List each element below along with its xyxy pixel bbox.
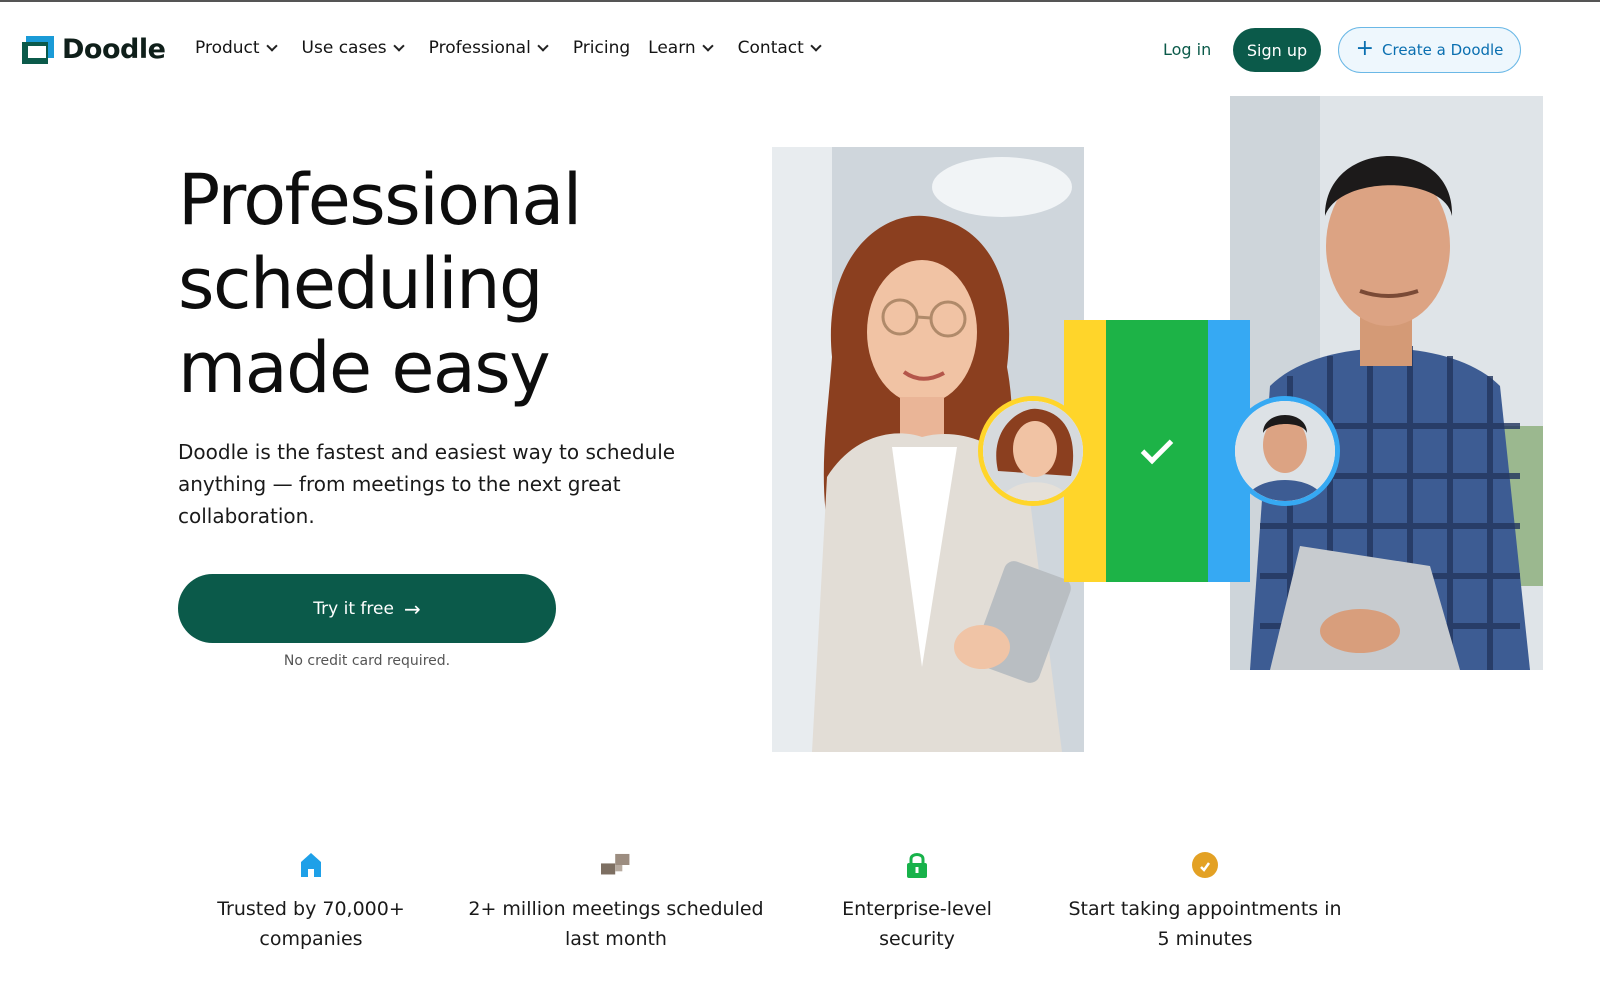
checkmark-icon <box>1140 431 1174 465</box>
page-title: Professional scheduling made easy <box>178 158 738 410</box>
plus-icon: + <box>1355 36 1375 61</box>
doodle-logo-icon <box>22 35 54 64</box>
chevron-down-icon <box>265 39 278 52</box>
nav-professional-label: Professional <box>428 38 531 58</box>
chevron-down-icon <box>392 39 405 52</box>
top-navigation: Doodle Product Use cases Professional Pr… <box>0 2 1600 94</box>
lock-icon <box>902 850 932 880</box>
woman-avatar <box>978 396 1088 506</box>
man-photo <box>1230 96 1543 670</box>
create-doodle-label: Create a Doodle <box>1382 41 1504 59</box>
man-avatar <box>1230 396 1340 506</box>
create-doodle-button[interactable]: + Create a Doodle <box>1338 27 1521 73</box>
feature-meetings-text: 2+ million meetings scheduled last month <box>468 898 764 950</box>
doodle-logo[interactable]: Doodle <box>22 34 166 65</box>
nav-product[interactable]: Product <box>195 38 278 58</box>
title-line: Professional <box>178 159 582 241</box>
house-icon <box>296 850 326 880</box>
features-row: Trusted by 70,000+ companies 2+ million … <box>0 850 1600 980</box>
chevron-down-icon <box>810 39 822 52</box>
feature-security: Enterprise-level security <box>830 850 1004 954</box>
arrow-right-icon: → <box>403 596 421 621</box>
chevron-down-icon <box>537 39 549 52</box>
feature-security-text: Enterprise-level security <box>842 898 992 950</box>
logo-text: Doodle <box>62 34 166 65</box>
signup-button[interactable]: Sign up <box>1233 28 1321 72</box>
chevron-down-icon <box>701 39 714 52</box>
feature-appointments-text: Start taking appointments in 5 minutes <box>1068 898 1342 950</box>
green-bar <box>1106 320 1208 582</box>
nav-use-cases[interactable]: Use cases <box>301 38 405 58</box>
try-it-free-button[interactable]: Try it free → <box>178 574 556 643</box>
feature-appointments: Start taking appointments in 5 minutes <box>1060 850 1350 954</box>
title-line: scheduling <box>178 243 543 325</box>
feature-companies-text: Trusted by 70,000+ companies <box>217 898 405 950</box>
nav-contact[interactable]: Contact <box>737 38 822 58</box>
nav-pricing[interactable]: Pricing <box>573 38 630 58</box>
blocks-icon <box>601 850 631 880</box>
availability-bars <box>1064 320 1250 582</box>
try-it-free-label: Try it free <box>313 598 394 619</box>
feature-companies: Trusted by 70,000+ companies <box>205 850 417 954</box>
nav-learn-label: Learn <box>648 38 696 58</box>
clock-icon <box>1190 850 1220 880</box>
nav-professional[interactable]: Professional <box>428 38 549 58</box>
nav-contact-label: Contact <box>737 38 804 58</box>
nav-pricing-label: Pricing <box>572 38 631 58</box>
title-line: made easy <box>178 327 551 409</box>
hero-subtitle: Doodle is the fastest and easiest way to… <box>178 440 676 528</box>
nav-use-cases-label: Use cases <box>301 38 387 58</box>
nav-product-label: Product <box>195 38 260 58</box>
nav-learn[interactable]: Learn <box>648 38 714 58</box>
main-menu: Product Use cases Professional Pricing L… <box>195 38 846 58</box>
no-credit-card-note: No credit card required. <box>283 653 451 669</box>
feature-meetings: 2+ million meetings scheduled last month <box>468 850 764 954</box>
login-link[interactable]: Log in <box>1163 40 1211 59</box>
